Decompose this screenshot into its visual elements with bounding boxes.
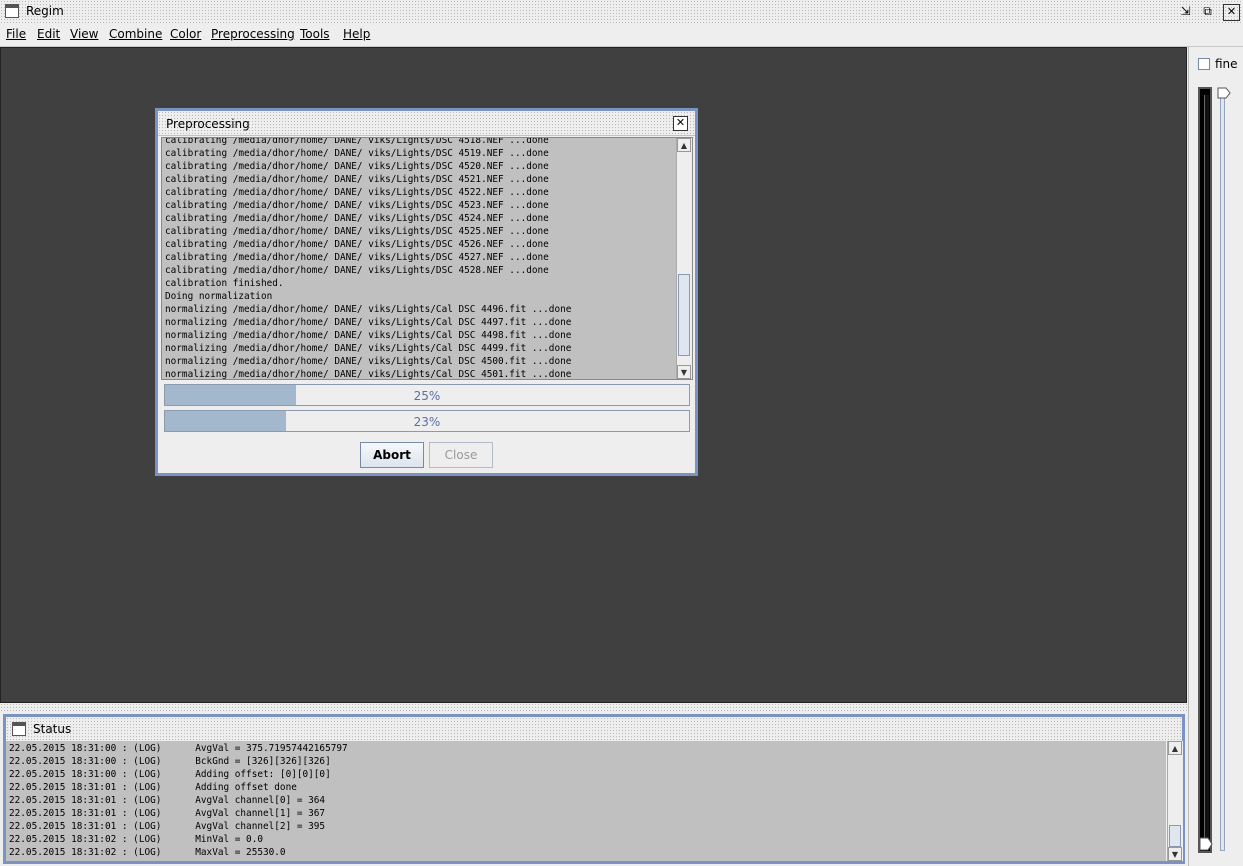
log-line: normalizing /media/dhor/home/ DANE/ viks… <box>165 317 572 328</box>
window-title: Regim <box>26 4 64 18</box>
status-log-line: 22.05.2015 18:31:01 : (LOG) AvgVal chann… <box>9 795 326 806</box>
progress-label: 23% <box>413 415 441 429</box>
log-line: calibrating /media/dhor/home/ DANE/ viks… <box>165 148 549 159</box>
log-line: normalizing /media/dhor/home/ DANE/ viks… <box>165 369 572 380</box>
menu-preprocessing[interactable]: Preprocessing <box>211 27 295 41</box>
status-title: Status <box>33 722 72 736</box>
fine-checkbox[interactable] <box>1198 58 1210 70</box>
slider-thumb-bottom[interactable] <box>1199 837 1213 851</box>
menu-edit[interactable]: Edit <box>37 27 60 41</box>
scroll-thumb[interactable] <box>678 274 690 356</box>
level-slider-track[interactable] <box>1198 87 1212 853</box>
preprocessing-dialog: Preprocessing ✕ calibrating /media/dhor/… <box>155 108 698 476</box>
log-line: calibrating /media/dhor/home/ DANE/ viks… <box>165 200 549 211</box>
scroll-down-icon[interactable]: ▼ <box>1168 847 1182 861</box>
log-line: normalizing /media/dhor/home/ DANE/ viks… <box>165 330 572 341</box>
fine-label: fine <box>1215 57 1238 71</box>
status-log-line: 22.05.2015 18:31:00 : (LOG) BckGnd = [32… <box>9 756 331 767</box>
log-line: calibrating /media/dhor/home/ DANE/ viks… <box>165 239 549 250</box>
menu-view[interactable]: View <box>70 27 98 41</box>
right-panel: fine <box>1188 47 1243 866</box>
abort-button[interactable]: Abort <box>360 442 424 468</box>
status-log-line: 22.05.2015 18:31:02 : (LOG) MinVal = 0.0 <box>9 834 263 845</box>
progress-bar-total: 25% <box>164 384 690 406</box>
preprocessing-log[interactable]: calibrating /media/dhor/home/ DANE/ viks… <box>161 137 693 380</box>
splitter[interactable] <box>0 703 1187 713</box>
level-slider-inner <box>1204 95 1209 845</box>
menu-color[interactable]: Color <box>170 27 201 41</box>
window-icon <box>5 4 19 18</box>
scroll-down-icon[interactable]: ▼ <box>677 365 691 379</box>
scroll-up-icon[interactable]: ▲ <box>677 138 691 152</box>
status-title-bar[interactable]: Status <box>6 717 1182 741</box>
log-line: normalizing /media/dhor/home/ DANE/ viks… <box>165 304 572 315</box>
dialog-title-bar[interactable]: Preprocessing ✕ <box>158 111 695 136</box>
status-lines: 22.05.2015 18:31:00 : (LOG) AvgVal = 375… <box>9 742 348 859</box>
restore-icon[interactable]: ⧉ <box>1200 4 1215 19</box>
scroll-thumb[interactable] <box>1169 825 1181 847</box>
log-line: calibrating /media/dhor/home/ DANE/ viks… <box>165 213 549 224</box>
menu-tools[interactable]: Tools <box>300 27 330 41</box>
menu-help[interactable]: Help <box>343 27 370 41</box>
log-line: Doing normalization <box>165 291 273 302</box>
status-window: Status 22.05.2015 18:31:00 : (LOG) AvgVa… <box>3 714 1185 864</box>
close-icon[interactable]: ✕ <box>673 116 688 131</box>
status-log-line: 22.05.2015 18:31:01 : (LOG) Adding offse… <box>9 782 297 793</box>
window-icon <box>12 722 26 736</box>
log-line: calibrating /media/dhor/home/ DANE/ viks… <box>165 161 549 172</box>
progress-label: 25% <box>413 389 441 403</box>
status-log-line: 22.05.2015 18:31:00 : (LOG) Adding offse… <box>9 769 331 780</box>
close-button[interactable]: Close <box>429 442 493 468</box>
menu-bar: File Edit View Combine Color Preprocessi… <box>0 24 1243 47</box>
log-line: calibrating /media/dhor/home/ DANE/ viks… <box>165 174 549 185</box>
log-scrollbar[interactable]: ▲ ▼ <box>676 138 692 379</box>
log-line: normalizing /media/dhor/home/ DANE/ viks… <box>165 356 572 367</box>
status-log-line: 22.05.2015 18:31:02 : (LOG) MaxVal = 255… <box>9 847 286 858</box>
log-line: calibrating /media/dhor/home/ DANE/ viks… <box>165 137 549 146</box>
title-bar: Regim ⇲ ⧉ ✕ <box>0 0 1243 24</box>
progress-bar-step: 23% <box>164 410 690 432</box>
log-line: calibrating /media/dhor/home/ DANE/ viks… <box>165 252 549 263</box>
log-lines: calibrating /media/dhor/home/ DANE/ viks… <box>165 137 572 380</box>
level-slider-rail[interactable] <box>1220 91 1225 851</box>
status-log-line: 22.05.2015 18:31:00 : (LOG) AvgVal = 375… <box>9 743 348 754</box>
log-line: calibrating /media/dhor/home/ DANE/ viks… <box>165 265 549 276</box>
status-log-line: 22.05.2015 18:31:01 : (LOG) AvgVal chann… <box>9 808 326 819</box>
status-log-line: 22.05.2015 18:31:01 : (LOG) AvgVal chann… <box>9 821 326 832</box>
menu-combine[interactable]: Combine <box>109 27 162 41</box>
slider-thumb-top[interactable] <box>1217 87 1231 99</box>
status-scrollbar[interactable]: ▲ ▼ <box>1167 741 1183 861</box>
dialog-title: Preprocessing <box>166 117 250 131</box>
menu-file[interactable]: File <box>6 27 26 41</box>
close-icon[interactable]: ✕ <box>1223 4 1240 21</box>
status-log[interactable]: 22.05.2015 18:31:00 : (LOG) AvgVal = 375… <box>6 741 1166 861</box>
log-line: calibrating /media/dhor/home/ DANE/ viks… <box>165 187 549 198</box>
log-line: normalizing /media/dhor/home/ DANE/ viks… <box>165 343 572 354</box>
scroll-up-icon[interactable]: ▲ <box>1168 741 1182 755</box>
minimize-icon[interactable]: ⇲ <box>1178 4 1193 19</box>
log-line: calibrating /media/dhor/home/ DANE/ viks… <box>165 226 549 237</box>
log-line: calibration finished. <box>165 278 284 289</box>
